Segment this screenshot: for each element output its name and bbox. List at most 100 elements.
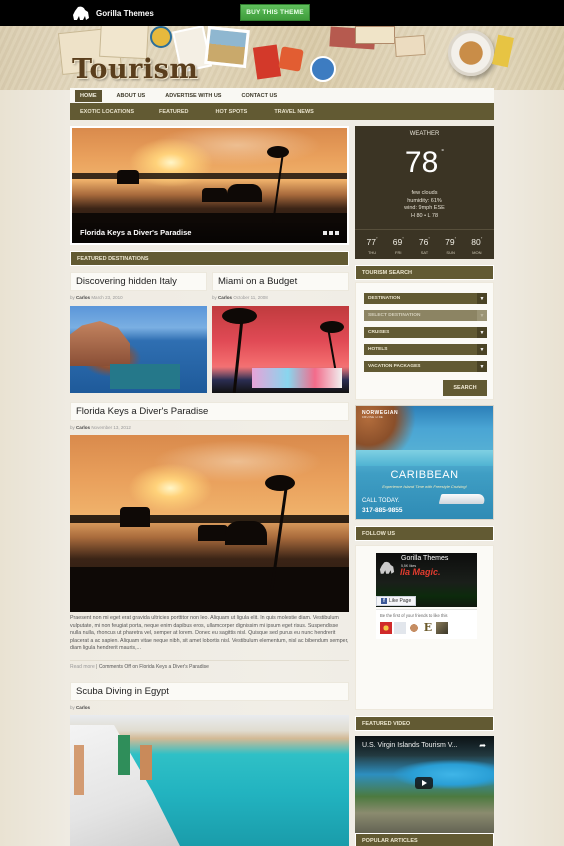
- facebook-page-cover[interactable]: Gorilla Themes 5,5K likes lla Magic. f Li…: [376, 553, 477, 607]
- fan-avatar[interactable]: [394, 622, 406, 634]
- ad-tagline: Experience Island Time with Freestyle Cr…: [382, 484, 467, 489]
- video-title[interactable]: U.S. Virgin Islands Tourism V...: [362, 742, 458, 749]
- luggage-label: [252, 44, 282, 80]
- post-author[interactable]: Carlos: [76, 295, 90, 300]
- coffee-cup-icon: [448, 30, 494, 76]
- hotels-select[interactable]: HOTELS ▼: [364, 344, 487, 355]
- post-thumbnail-italy[interactable]: [70, 306, 207, 393]
- facebook-faces: E: [380, 622, 448, 634]
- palm-crown: [320, 321, 344, 333]
- degree-symbol: °: [441, 149, 445, 156]
- degree-symbol: °: [428, 236, 430, 241]
- like-button-label: Like Page: [389, 598, 412, 604]
- facebook-like-button[interactable]: f Like Page: [376, 596, 417, 606]
- dropdown-arrow-icon: ▼: [477, 344, 487, 355]
- comments-link[interactable]: Comments Off on Florida Keys a Diver's P…: [99, 664, 209, 670]
- post-image-florida[interactable]: [70, 435, 349, 612]
- featured-video-player[interactable]: U.S. Virgin Islands Tourism V... ➦: [355, 736, 494, 846]
- hut-silhouette: [202, 188, 227, 202]
- art-deco-buildings: [252, 368, 342, 388]
- nav-item-about-us[interactable]: ABOUT US: [112, 90, 151, 102]
- slider-dot[interactable]: [329, 231, 333, 235]
- byline-prefix: by: [70, 295, 75, 300]
- nav-item-featured[interactable]: FEATURED: [159, 109, 189, 115]
- cruise-advertisement[interactable]: NORWEGIAN CRUISE LINE CARIBBEAN Experienc…: [355, 405, 494, 520]
- play-button-icon[interactable]: [415, 777, 433, 789]
- post-author[interactable]: Carlos: [76, 425, 90, 430]
- hut-silhouette: [198, 525, 228, 541]
- destination-select[interactable]: DESTINATION ▼: [364, 293, 487, 304]
- primary-nav: HOME ABOUT US ADVERTISE WITH US CONTACT …: [75, 90, 292, 102]
- weather-forecast: 77° THU 69° FRI 76° SAT 79° SUN 80° MON: [355, 229, 494, 259]
- weather-hi-lo: H 80 • L 78: [410, 212, 439, 219]
- fan-avatar[interactable]: [380, 622, 392, 634]
- post-title[interactable]: Florida Keys a Diver's Paradise: [70, 402, 349, 421]
- dropdown-arrow-icon: ▼: [477, 310, 487, 321]
- nav-item-contact-us[interactable]: CONTACT US: [236, 90, 282, 102]
- stamp-badge: [310, 56, 336, 82]
- select-label: VACATION PACKAGES: [368, 364, 421, 369]
- select-destination-select[interactable]: SELECT DESTINATION ▼: [364, 310, 487, 321]
- degree-symbol: °: [376, 236, 378, 241]
- featured-slider[interactable]: Florida Keys a Diver's Paradise: [70, 126, 349, 245]
- ticket: [394, 34, 426, 58]
- nav-item-exotic-locations[interactable]: EXOTIC LOCATIONS: [80, 109, 134, 115]
- post-thumbnail-miami[interactable]: [212, 306, 349, 393]
- header-banner: Tourism: [0, 26, 564, 90]
- post-title[interactable]: Miami on a Budget: [212, 272, 349, 291]
- tourism-search-header: TOURISM SEARCH: [355, 265, 494, 280]
- slider-dot[interactable]: [323, 231, 327, 235]
- cruises-select[interactable]: CRUISES ▼: [364, 327, 487, 338]
- share-arrow-icon[interactable]: ➦: [479, 741, 486, 750]
- forecast-day-label: SUN: [446, 250, 455, 255]
- forecast-day: 76° SAT: [419, 236, 430, 259]
- post-title[interactable]: Discovering hidden Italy: [70, 272, 207, 291]
- dropdown-arrow-icon: ▼: [477, 361, 487, 372]
- ticket: [492, 34, 514, 68]
- nav-item-hot-spots[interactable]: HOT SPOTS: [216, 109, 248, 115]
- forecast-day-label: MON: [472, 250, 482, 255]
- current-temperature: 78 °: [355, 146, 494, 180]
- read-more-link[interactable]: Read more: [70, 664, 95, 670]
- site-logo[interactable]: Tourism: [72, 54, 198, 85]
- fan-avatar[interactable]: E: [422, 622, 434, 634]
- category-nav: EXOTIC LOCATIONS FEATURED HOT SPOTS TRAV…: [70, 103, 494, 120]
- vacation-packages-select[interactable]: VACATION PACKAGES ▼: [364, 361, 487, 372]
- post-author[interactable]: Carlos: [76, 705, 90, 710]
- horizon-silhouette: [72, 173, 347, 179]
- nav-item-travel-news[interactable]: TRAVEL NEWS: [274, 109, 314, 115]
- facebook-friends: Be the first of your friends to like thi…: [376, 609, 477, 639]
- weather-details: few clouds humidity: 61% wind: 9mph ESE …: [355, 190, 494, 220]
- nav-item-home[interactable]: HOME: [75, 90, 102, 102]
- degree-symbol: °: [454, 236, 457, 241]
- fan-avatar[interactable]: [436, 622, 448, 634]
- post-title[interactable]: Scuba Diving in Egypt: [70, 682, 349, 701]
- select-label: HOTELS: [368, 347, 388, 352]
- fan-avatar[interactable]: [408, 622, 420, 634]
- featured-destinations-header: FEATURED DESTINATIONS: [70, 251, 349, 266]
- weather-humidity: humidity: 61%: [407, 197, 442, 204]
- nav-item-advertise[interactable]: ADVERTISE WITH US: [160, 90, 226, 102]
- slider-caption[interactable]: Florida Keys a Diver's Paradise: [80, 228, 191, 237]
- forecast-day: 77° THU: [367, 236, 378, 259]
- select-label: SELECT DESTINATION: [368, 313, 421, 318]
- post-byline: by Carlos: [70, 705, 90, 710]
- post-image-egypt[interactable]: [70, 715, 349, 846]
- main-navigation: HOME ABOUT US ADVERTISE WITH US CONTACT …: [70, 88, 494, 120]
- weather-widget: WEATHER 78 ° few clouds humidity: 61% win…: [355, 126, 494, 259]
- search-button[interactable]: SEARCH: [443, 380, 487, 396]
- luggage-label: [278, 46, 304, 72]
- post-author[interactable]: Carlos: [218, 295, 232, 300]
- palm-crown: [267, 146, 289, 158]
- buy-theme-button[interactable]: BUY THIS THEME: [240, 4, 310, 21]
- photo-pyramids: [204, 26, 250, 69]
- byline-prefix: by: [70, 705, 75, 710]
- post-date: October 11, 2008: [233, 295, 268, 300]
- select-label: DESTINATION: [368, 296, 401, 301]
- forecast-temp: 69: [392, 237, 403, 247]
- brand-logo[interactable]: Gorilla Themes: [72, 5, 154, 21]
- forecast-temp: 77: [366, 237, 377, 247]
- slider-dot[interactable]: [335, 231, 339, 235]
- facebook-widget: Gorilla Themes 5,5K likes lla Magic. f Li…: [355, 545, 494, 710]
- facebook-page-name[interactable]: Gorilla Themes: [401, 555, 448, 562]
